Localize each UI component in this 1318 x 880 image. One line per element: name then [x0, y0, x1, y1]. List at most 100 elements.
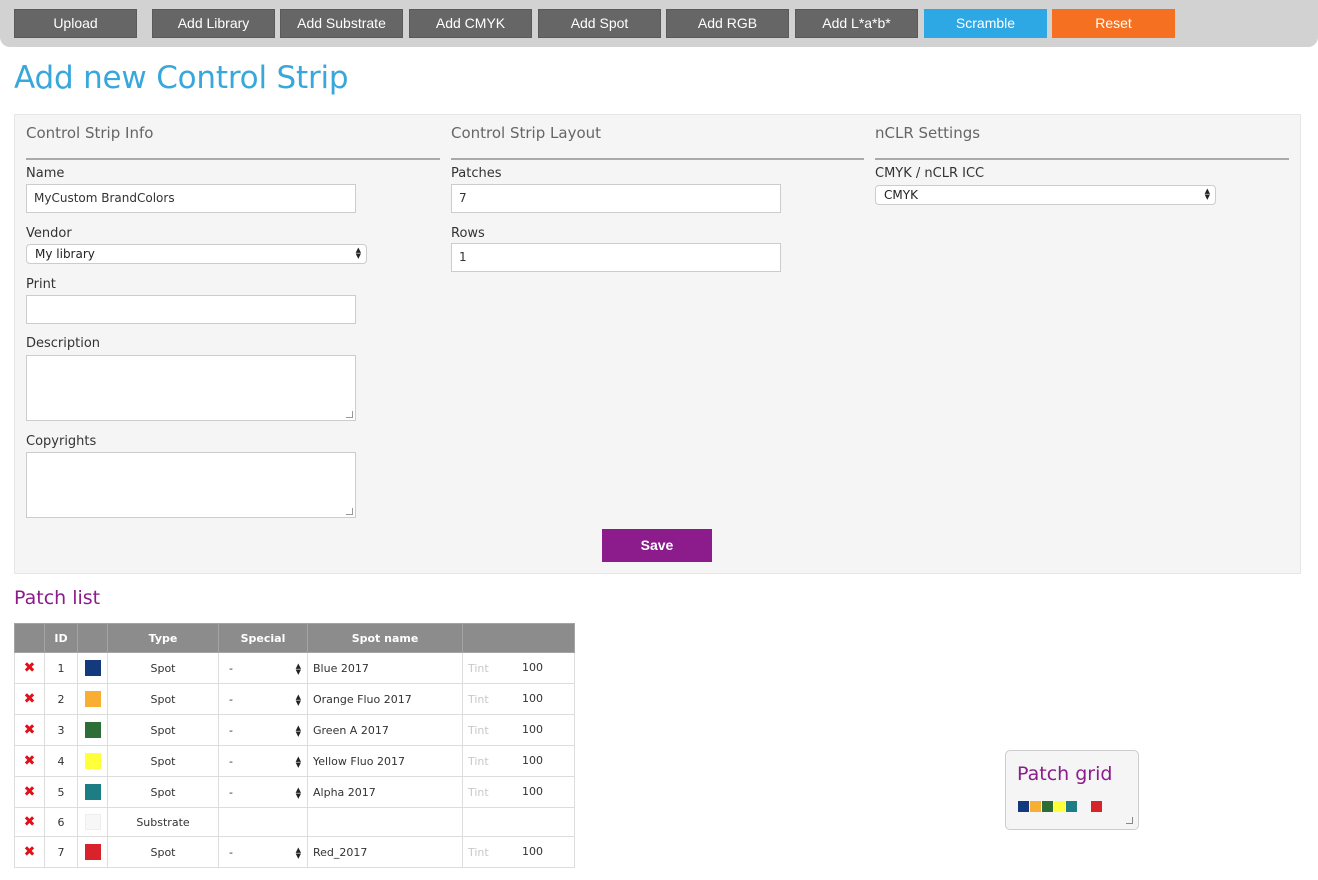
color-swatch[interactable]: [84, 844, 101, 860]
scramble-button[interactable]: Scramble: [924, 9, 1047, 38]
add-spot-button[interactable]: Add Spot: [538, 9, 661, 38]
description-label: Description: [26, 336, 101, 351]
tint-label: Tint: [468, 845, 489, 859]
patch-id: 7: [44, 836, 78, 868]
tint-label: Tint: [468, 723, 489, 737]
grid-patch[interactable]: [1018, 801, 1029, 812]
select-arrows-icon: ▲ ▼: [295, 846, 301, 860]
tint-cell[interactable]: Tint 100: [462, 745, 575, 777]
table-row: ✖ 6 Substrate: [14, 807, 575, 837]
tint-cell[interactable]: Tint 100: [462, 776, 575, 808]
rows-input[interactable]: 1: [451, 243, 781, 272]
select-arrows-icon: ▲ ▼: [1204, 187, 1210, 201]
grid-patch[interactable]: [1078, 801, 1089, 812]
add-lab-button[interactable]: Add L*a*b*: [795, 9, 918, 38]
add-substrate-button[interactable]: Add Substrate: [280, 9, 403, 38]
select-arrows-icon: ▲ ▼: [295, 662, 301, 676]
upload-button[interactable]: Upload: [14, 9, 137, 38]
print-input[interactable]: [26, 295, 356, 324]
spot-name[interactable]: Green A 2017: [307, 714, 463, 746]
delete-icon[interactable]: ✖: [24, 844, 36, 860]
special-value: -: [229, 692, 233, 706]
vendor-label: Vendor: [26, 226, 72, 241]
color-swatch[interactable]: [84, 753, 101, 769]
color-swatch[interactable]: [84, 660, 101, 676]
table-row: ✖ 5 Spot - ▲ ▼ Alpha 2017 Tint 100: [14, 776, 575, 808]
add-rgb-button[interactable]: Add RGB: [666, 9, 789, 38]
delete-icon[interactable]: ✖: [24, 722, 36, 738]
special-select[interactable]: - ▲ ▼: [218, 652, 308, 684]
patches-input[interactable]: 7: [451, 184, 781, 213]
grid-patch[interactable]: [1042, 801, 1053, 812]
select-arrows-icon: ▲ ▼: [355, 246, 361, 260]
spot-name[interactable]: Orange Fluo 2017: [307, 683, 463, 715]
tint-cell[interactable]: Tint 100: [462, 652, 575, 684]
grid-patch[interactable]: [1066, 801, 1077, 812]
resize-grip-icon[interactable]: [1126, 817, 1133, 824]
spot-name: [307, 807, 463, 837]
icc-select[interactable]: CMYK ▲ ▼: [875, 185, 1216, 205]
description-textarea[interactable]: [26, 355, 356, 421]
resize-grip-icon[interactable]: [346, 411, 353, 418]
toolbar: Upload Add Library Add Substrate Add CMY…: [0, 0, 1318, 47]
delete-icon[interactable]: ✖: [24, 753, 36, 769]
patch-type: Spot: [107, 714, 219, 746]
copyrights-label: Copyrights: [26, 434, 97, 449]
info-heading: Control Strip Info: [26, 121, 440, 160]
special-value: -: [229, 754, 233, 768]
patch-id: 5: [44, 776, 78, 808]
color-swatch[interactable]: [84, 691, 101, 707]
special-select[interactable]: - ▲ ▼: [218, 836, 308, 868]
color-swatch[interactable]: [84, 722, 101, 738]
tint-label: Tint: [468, 785, 489, 799]
color-swatch[interactable]: [84, 784, 101, 800]
name-input[interactable]: MyCustom BrandColors: [26, 184, 356, 213]
reset-button[interactable]: Reset: [1052, 9, 1175, 38]
vendor-select[interactable]: My library ▲ ▼: [26, 244, 367, 264]
copyrights-textarea[interactable]: [26, 452, 356, 518]
col-header-id: ID: [44, 623, 78, 653]
special-select[interactable]: - ▲ ▼: [218, 683, 308, 715]
spot-name[interactable]: Yellow Fluo 2017: [307, 745, 463, 777]
print-label: Print: [26, 277, 56, 292]
patch-type: Spot: [107, 652, 219, 684]
add-library-button[interactable]: Add Library: [152, 9, 275, 38]
select-arrows-icon: ▲ ▼: [295, 693, 301, 707]
grid-patch[interactable]: [1030, 801, 1041, 812]
grid-patch[interactable]: [1091, 801, 1102, 812]
special-select[interactable]: - ▲ ▼: [218, 776, 308, 808]
tint-cell[interactable]: Tint 100: [462, 683, 575, 715]
delete-cell: ✖: [14, 836, 45, 868]
special-select[interactable]: - ▲ ▼: [218, 714, 308, 746]
delete-icon[interactable]: ✖: [24, 814, 36, 830]
patch-type: Spot: [107, 745, 219, 777]
spot-name[interactable]: Blue 2017: [307, 652, 463, 684]
delete-icon[interactable]: ✖: [24, 784, 36, 800]
grid-patch[interactable]: [1054, 801, 1065, 812]
tint-cell[interactable]: Tint 100: [462, 714, 575, 746]
patch-id: 4: [44, 745, 78, 777]
patch-id: 2: [44, 683, 78, 715]
special-cell: [218, 807, 308, 837]
spot-name[interactable]: Red_2017: [307, 836, 463, 868]
patch-type: Spot: [107, 776, 219, 808]
table-row: ✖ 7 Spot - ▲ ▼ Red_2017 Tint 100: [14, 836, 575, 868]
special-select[interactable]: - ▲ ▼: [218, 745, 308, 777]
swatch-cell: [77, 714, 108, 746]
table-row: ✖ 1 Spot - ▲ ▼ Blue 2017 Tint 100: [14, 652, 575, 684]
add-cmyk-button[interactable]: Add CMYK: [409, 9, 532, 38]
delete-icon[interactable]: ✖: [24, 660, 36, 676]
resize-grip-icon[interactable]: [346, 508, 353, 515]
patch-grid-panel[interactable]: Patch grid: [1005, 750, 1139, 830]
select-arrows-icon: ▲ ▼: [295, 755, 301, 769]
spot-name[interactable]: Alpha 2017: [307, 776, 463, 808]
nclr-heading: nCLR Settings: [875, 121, 1289, 160]
tint-value: 100: [522, 785, 543, 798]
col-header-swatch: [77, 623, 108, 653]
special-value: -: [229, 723, 233, 737]
delete-icon[interactable]: ✖: [24, 691, 36, 707]
tint-value: 100: [522, 845, 543, 858]
tint-cell[interactable]: Tint 100: [462, 836, 575, 868]
save-button[interactable]: Save: [602, 529, 712, 562]
color-swatch[interactable]: [84, 814, 101, 830]
